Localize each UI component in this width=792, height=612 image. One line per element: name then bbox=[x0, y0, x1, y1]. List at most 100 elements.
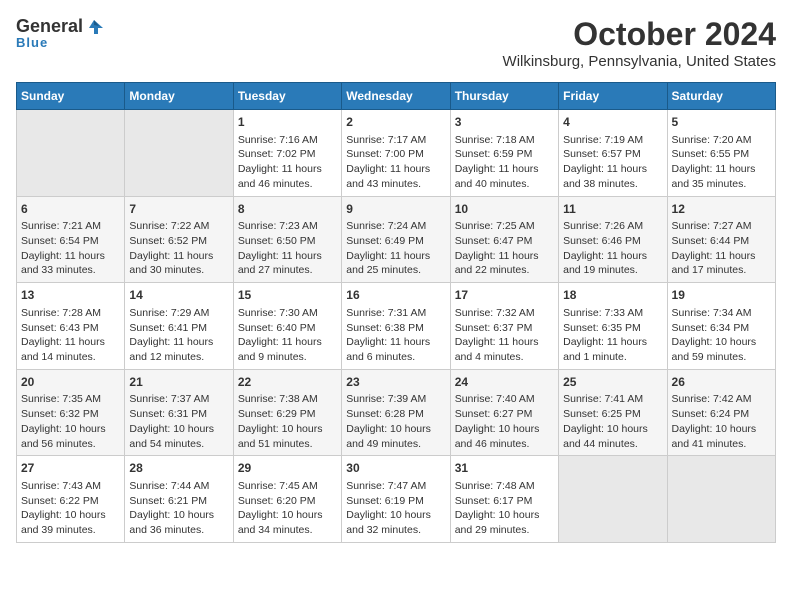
day-number: 28 bbox=[129, 460, 228, 477]
page-subtitle: Wilkinsburg, Pennsylvania, United States bbox=[503, 53, 776, 70]
calendar-cell: 26Sunrise: 7:42 AMSunset: 6:24 PMDayligh… bbox=[667, 369, 775, 456]
day-content: Sunrise: 7:21 AMSunset: 6:54 PMDaylight:… bbox=[21, 219, 120, 278]
calendar-cell: 17 Sunrise: 7:32 AMSunset: 6:37 PMDayligh… bbox=[450, 283, 558, 370]
col-header-friday: Friday bbox=[559, 83, 667, 110]
daylight-hours: Daylight: 10 hours and 29 minutes. bbox=[455, 509, 540, 536]
day-content: Sunrise: 7:28 AMSunset: 6:43 PMDaylight:… bbox=[21, 306, 120, 365]
logo-bird-icon bbox=[85, 18, 103, 36]
calendar-cell: 7Sunrise: 7:22 AMSunset: 6:52 PMDaylight… bbox=[125, 196, 233, 283]
calendar-cell: 11Sunrise: 7:26 AMSunset: 6:46 PMDayligh… bbox=[559, 196, 667, 283]
calendar-cell: 30 Sunrise: 7:47 AMSunset: 6:19 PMDayligh… bbox=[342, 456, 450, 543]
daylight-hours: Daylight: 11 hours and 25 minutes. bbox=[346, 250, 430, 277]
day-number: 29 bbox=[238, 460, 337, 477]
daylight-hours: Daylight: 11 hours and 22 minutes. bbox=[455, 250, 539, 277]
day-content: Sunrise: 7:29 AMSunset: 6:41 PMDaylight:… bbox=[129, 306, 228, 365]
calendar-cell: 21Sunrise: 7:37 AMSunset: 6:31 PMDayligh… bbox=[125, 369, 233, 456]
day-content: Sunrise: 7:25 AMSunset: 6:47 PMDaylight:… bbox=[455, 219, 554, 278]
calendar-table: SundayMondayTuesdayWednesdayThursdayFrid… bbox=[16, 82, 776, 543]
col-header-sunday: Sunday bbox=[17, 83, 125, 110]
day-number: 25 bbox=[563, 374, 662, 391]
day-number: 11 bbox=[563, 201, 662, 218]
day-number: 16 bbox=[346, 287, 445, 304]
col-header-saturday: Saturday bbox=[667, 83, 775, 110]
calendar-cell: 19Sunrise: 7:34 AMSunset: 6:34 PMDayligh… bbox=[667, 283, 775, 370]
day-number: 17 bbox=[455, 287, 554, 304]
calendar-cell: 31Sunrise: 7:48 AMSunset: 6:17 PMDayligh… bbox=[450, 456, 558, 543]
col-header-thursday: Thursday bbox=[450, 83, 558, 110]
daylight-hours: Daylight: 11 hours and 4 minutes. bbox=[455, 336, 539, 363]
daylight-hours: Daylight: 11 hours and 38 minutes. bbox=[563, 163, 647, 190]
calendar-cell: 3Sunrise: 7:18 AMSunset: 6:59 PMDaylight… bbox=[450, 110, 558, 197]
logo: General Blue bbox=[16, 16, 103, 50]
day-number: 19 bbox=[672, 287, 771, 304]
calendar-header-row: SundayMondayTuesdayWednesdayThursdayFrid… bbox=[17, 83, 776, 110]
daylight-hours: Daylight: 10 hours and 34 minutes. bbox=[238, 509, 323, 536]
calendar-week-3: 13Sunrise: 7:28 AMSunset: 6:43 PMDayligh… bbox=[17, 283, 776, 370]
daylight-hours: Daylight: 10 hours and 36 minutes. bbox=[129, 509, 214, 536]
daylight-hours: Daylight: 10 hours and 44 minutes. bbox=[563, 423, 648, 450]
page-header: General Blue October 2024 Wilkinsburg, P… bbox=[16, 16, 776, 70]
calendar-cell: 15Sunrise: 7:30 AMSunset: 6:40 PMDayligh… bbox=[233, 283, 341, 370]
day-content: Sunrise: 7:24 AMSunset: 6:49 PMDaylight:… bbox=[346, 219, 445, 278]
daylight-hours: Daylight: 11 hours and 35 minutes. bbox=[672, 163, 756, 190]
calendar-cell: 12Sunrise: 7:27 AMSunset: 6:44 PMDayligh… bbox=[667, 196, 775, 283]
daylight-hours: Daylight: 10 hours and 56 minutes. bbox=[21, 423, 106, 450]
day-number: 26 bbox=[672, 374, 771, 391]
calendar-cell: 28 Sunrise: 7:44 AMSunset: 6:21 PMDayligh… bbox=[125, 456, 233, 543]
calendar-week-4: 20Sunrise: 7:35 AMSunset: 6:32 PMDayligh… bbox=[17, 369, 776, 456]
day-number: 24 bbox=[455, 374, 554, 391]
daylight-hours: Daylight: 11 hours and 9 minutes. bbox=[238, 336, 322, 363]
day-number: 27 bbox=[21, 460, 120, 477]
calendar-cell: 18Sunrise: 7:33 AMSunset: 6:35 PMDayligh… bbox=[559, 283, 667, 370]
day-number: 21 bbox=[129, 374, 228, 391]
day-number: 18 bbox=[563, 287, 662, 304]
daylight-hours: Daylight: 10 hours and 49 minutes. bbox=[346, 423, 431, 450]
day-content: Sunrise: 7:37 AMSunset: 6:31 PMDaylight:… bbox=[129, 392, 228, 451]
day-number: 8 bbox=[238, 201, 337, 218]
day-number: 1 bbox=[238, 114, 337, 131]
calendar-cell: 6Sunrise: 7:21 AMSunset: 6:54 PMDaylight… bbox=[17, 196, 125, 283]
day-content: Sunrise: 7:20 AMSunset: 6:55 PMDaylight:… bbox=[672, 133, 771, 192]
daylight-hours: Daylight: 11 hours and 30 minutes. bbox=[129, 250, 213, 277]
calendar-cell: 24Sunrise: 7:40 AMSunset: 6:27 PMDayligh… bbox=[450, 369, 558, 456]
day-content: Sunrise: 7:32 AMSunset: 6:37 PMDaylight:… bbox=[455, 306, 554, 365]
page-title: October 2024 bbox=[503, 16, 776, 53]
logo-general: General bbox=[16, 16, 83, 37]
daylight-hours: Daylight: 11 hours and 14 minutes. bbox=[21, 336, 105, 363]
daylight-hours: Daylight: 10 hours and 39 minutes. bbox=[21, 509, 106, 536]
day-content: Sunrise: 7:23 AMSunset: 6:50 PMDaylight:… bbox=[238, 219, 337, 278]
col-header-tuesday: Tuesday bbox=[233, 83, 341, 110]
col-header-wednesday: Wednesday bbox=[342, 83, 450, 110]
day-number: 30 bbox=[346, 460, 445, 477]
daylight-hours: Daylight: 10 hours and 51 minutes. bbox=[238, 423, 323, 450]
day-content: Sunrise: 7:31 AMSunset: 6:38 PMDaylight:… bbox=[346, 306, 445, 365]
day-content: Sunrise: 7:19 AMSunset: 6:57 PMDaylight:… bbox=[563, 133, 662, 192]
calendar-cell: 22Sunrise: 7:38 AMSunset: 6:29 PMDayligh… bbox=[233, 369, 341, 456]
day-content: Sunrise: 7:45 AMSunset: 6:20 PMDaylight:… bbox=[238, 479, 337, 538]
calendar-cell: 23Sunrise: 7:39 AMSunset: 6:28 PMDayligh… bbox=[342, 369, 450, 456]
daylight-hours: Daylight: 11 hours and 1 minute. bbox=[563, 336, 647, 363]
day-content: Sunrise: 7:43 AMSunset: 6:22 PMDaylight:… bbox=[21, 479, 120, 538]
day-content: Sunrise: 7:47 AMSunset: 6:19 PMDaylight:… bbox=[346, 479, 445, 538]
day-number: 5 bbox=[672, 114, 771, 131]
day-number: 23 bbox=[346, 374, 445, 391]
day-content: Sunrise: 7:40 AMSunset: 6:27 PMDaylight:… bbox=[455, 392, 554, 451]
daylight-hours: Daylight: 11 hours and 27 minutes. bbox=[238, 250, 322, 277]
day-content: Sunrise: 7:27 AMSunset: 6:44 PMDaylight:… bbox=[672, 219, 771, 278]
calendar-cell: 4Sunrise: 7:19 AMSunset: 6:57 PMDaylight… bbox=[559, 110, 667, 197]
calendar-week-1: 1Sunrise: 7:16 AMSunset: 7:02 PMDaylight… bbox=[17, 110, 776, 197]
day-content: Sunrise: 7:44 AMSunset: 6:21 PMDaylight:… bbox=[129, 479, 228, 538]
calendar-cell: 13Sunrise: 7:28 AMSunset: 6:43 PMDayligh… bbox=[17, 283, 125, 370]
calendar-cell: 25Sunrise: 7:41 AMSunset: 6:25 PMDayligh… bbox=[559, 369, 667, 456]
calendar-cell: 16 Sunrise: 7:31 AMSunset: 6:38 PMDayligh… bbox=[342, 283, 450, 370]
daylight-hours: Daylight: 10 hours and 32 minutes. bbox=[346, 509, 431, 536]
day-number: 7 bbox=[129, 201, 228, 218]
daylight-hours: Daylight: 11 hours and 43 minutes. bbox=[346, 163, 430, 190]
daylight-hours: Daylight: 10 hours and 59 minutes. bbox=[672, 336, 757, 363]
day-content: Sunrise: 7:42 AMSunset: 6:24 PMDaylight:… bbox=[672, 392, 771, 451]
day-number: 15 bbox=[238, 287, 337, 304]
day-content: Sunrise: 7:48 AMSunset: 6:17 PMDaylight:… bbox=[455, 479, 554, 538]
day-number: 3 bbox=[455, 114, 554, 131]
day-number: 10 bbox=[455, 201, 554, 218]
day-content: Sunrise: 7:35 AMSunset: 6:32 PMDaylight:… bbox=[21, 392, 120, 451]
